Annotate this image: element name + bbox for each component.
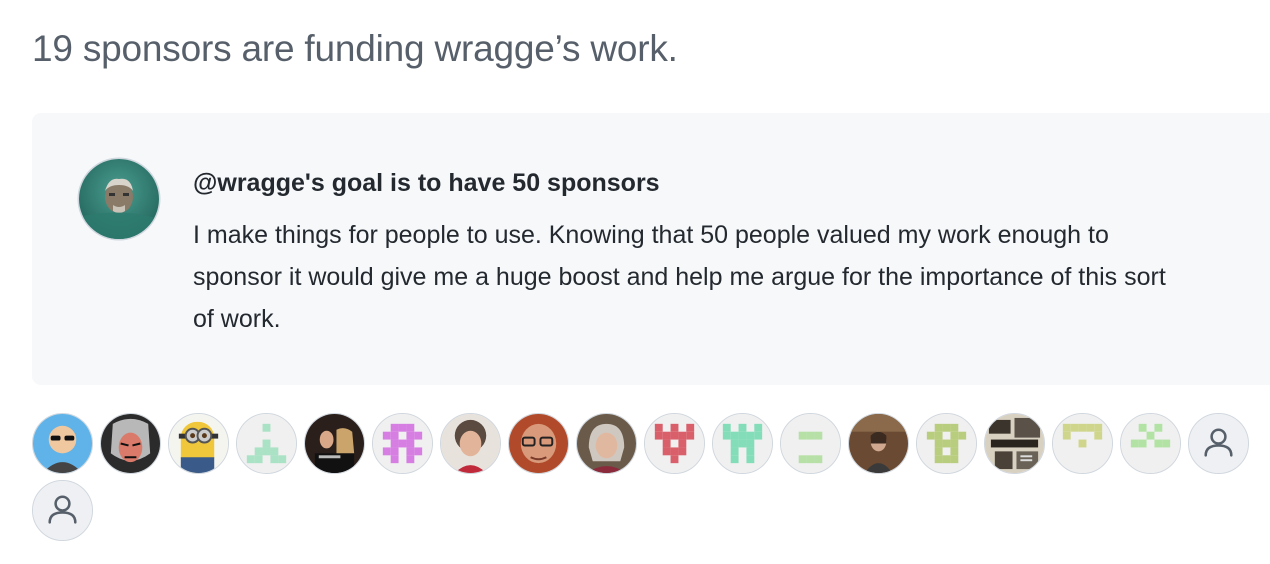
sponsor-avatar-list [32, 413, 1262, 541]
user-photo-avatar[interactable] [79, 159, 159, 239]
sponsor-avatar-image [849, 414, 908, 473]
sponsor-avatar-image [373, 414, 432, 473]
goal-title: @wragge's goal is to have 50 sponsors [193, 169, 660, 197]
person-outline-icon[interactable] [32, 480, 93, 541]
goal-description: I make things for people to use. Knowing… [193, 221, 1166, 333]
sponsor-avatar-image [713, 414, 772, 473]
identicon-red[interactable] [644, 413, 705, 474]
sponsor-goal-card: @wragge's goal is to have 50 sponsors I … [32, 113, 1270, 385]
sponsor-avatar-image [441, 414, 500, 473]
sponsor-avatar-image [305, 414, 364, 473]
identicon-khaki[interactable] [1052, 413, 1113, 474]
sponsor-avatar-image [169, 414, 228, 473]
comic-villain-avatar[interactable] [100, 413, 161, 474]
sponsor-avatar-image [1189, 414, 1248, 473]
identicon-magenta[interactable] [372, 413, 433, 474]
sponsor-avatar-image [645, 414, 704, 473]
newspaper-collage-avatar[interactable] [984, 413, 1045, 474]
person-library-avatar[interactable] [848, 413, 909, 474]
person-outline-icon[interactable] [1188, 413, 1249, 474]
sponsor-avatar-image [33, 481, 92, 540]
sponsor-avatar-image [781, 414, 840, 473]
goal-avatar-image [79, 159, 159, 239]
woman-curly-hair-avatar[interactable] [440, 413, 501, 474]
sponsor-avatar-image [509, 414, 568, 473]
identicon-mint[interactable] [712, 413, 773, 474]
identicon-lightgreen[interactable] [780, 413, 841, 474]
identicon-green[interactable] [236, 413, 297, 474]
sponsor-avatar-image [917, 414, 976, 473]
sponsors-heading: 19 sponsors are funding wragge’s work. [32, 28, 678, 69]
band-photo-avatar[interactable] [304, 413, 365, 474]
identicon-olive[interactable] [916, 413, 977, 474]
woman-grey-hair-avatar[interactable] [576, 413, 637, 474]
sponsor-avatar-image [1121, 414, 1180, 473]
minion-avatar[interactable] [168, 413, 229, 474]
sponsor-avatar-image [985, 414, 1044, 473]
sponsor-avatar-image [1053, 414, 1112, 473]
sponsor-avatar-image [101, 414, 160, 473]
sponsor-avatar-image [577, 414, 636, 473]
identicon-palegreen[interactable] [1120, 413, 1181, 474]
cartoon-sunglasses-avatar[interactable] [32, 413, 93, 474]
sponsor-avatar-image [237, 414, 296, 473]
sponsor-avatar-image [33, 414, 92, 473]
man-glasses-avatar[interactable] [508, 413, 569, 474]
